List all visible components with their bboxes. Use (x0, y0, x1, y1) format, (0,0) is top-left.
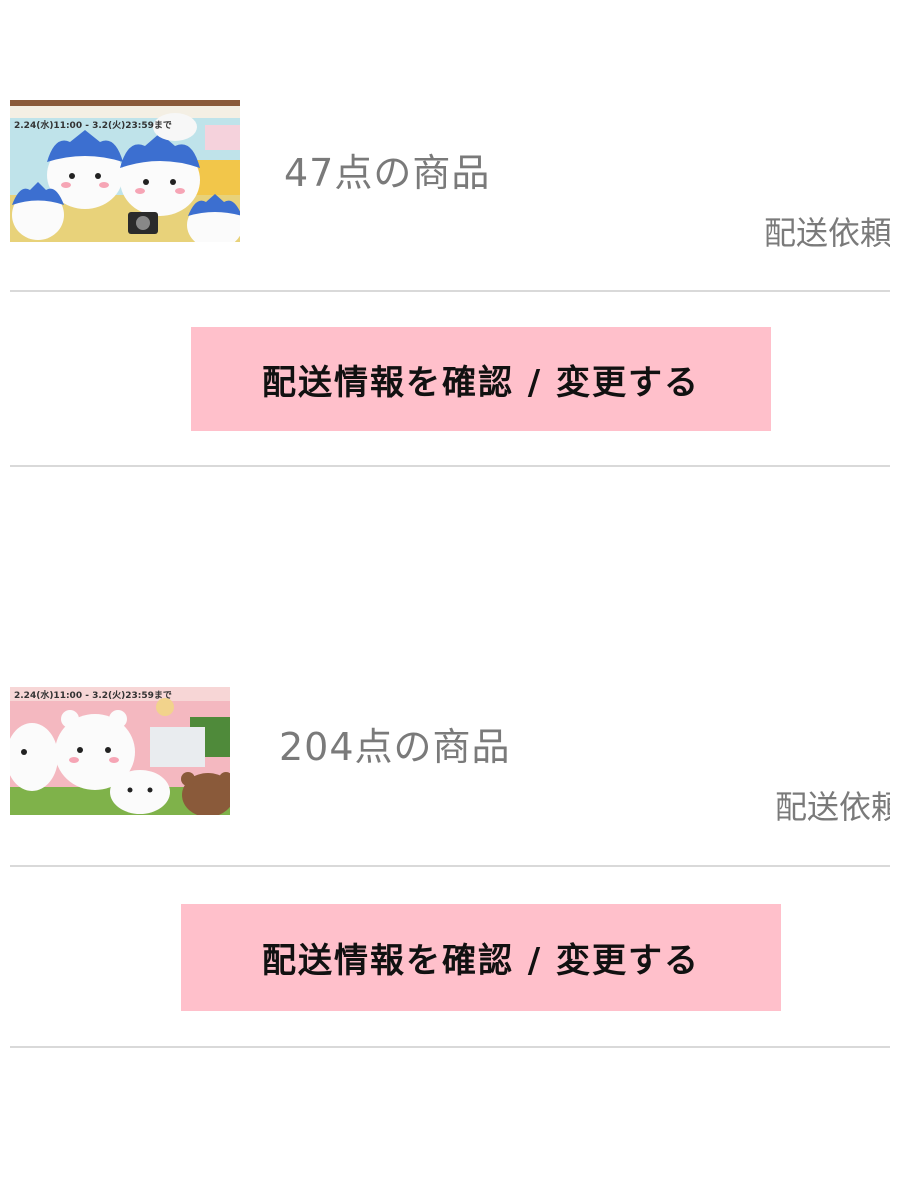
product-thumbnail[interactable]: 2.24(水)11:00 - 3.2(火)23:59まで (10, 687, 230, 815)
divider (10, 465, 890, 467)
item-count-text: 47点の商品 (284, 151, 491, 195)
divider (10, 1046, 890, 1048)
product-thumbnail[interactable]: 2.24(水)11:00 - 3.2(火)23:59まで (10, 100, 240, 242)
delivery-status-text: 配送依頼 (775, 788, 890, 826)
confirm-shipping-button[interactable]: 配送情報を確認 / 変更する (191, 327, 771, 431)
item-count-text: 204点の商品 (279, 725, 511, 769)
thumbnail-date-text: 2.24(水)11:00 - 3.2(火)23:59まで (14, 121, 172, 131)
confirm-shipping-button[interactable]: 配送情報を確認 / 変更する (181, 904, 781, 1011)
divider (10, 865, 890, 867)
delivery-status-text: 配送依頼 (764, 214, 890, 252)
divider (10, 290, 890, 292)
chiikawa-plush-icon (10, 687, 230, 815)
thumbnail-date-text: 2.24(水)11:00 - 3.2(火)23:59まで (14, 691, 172, 701)
